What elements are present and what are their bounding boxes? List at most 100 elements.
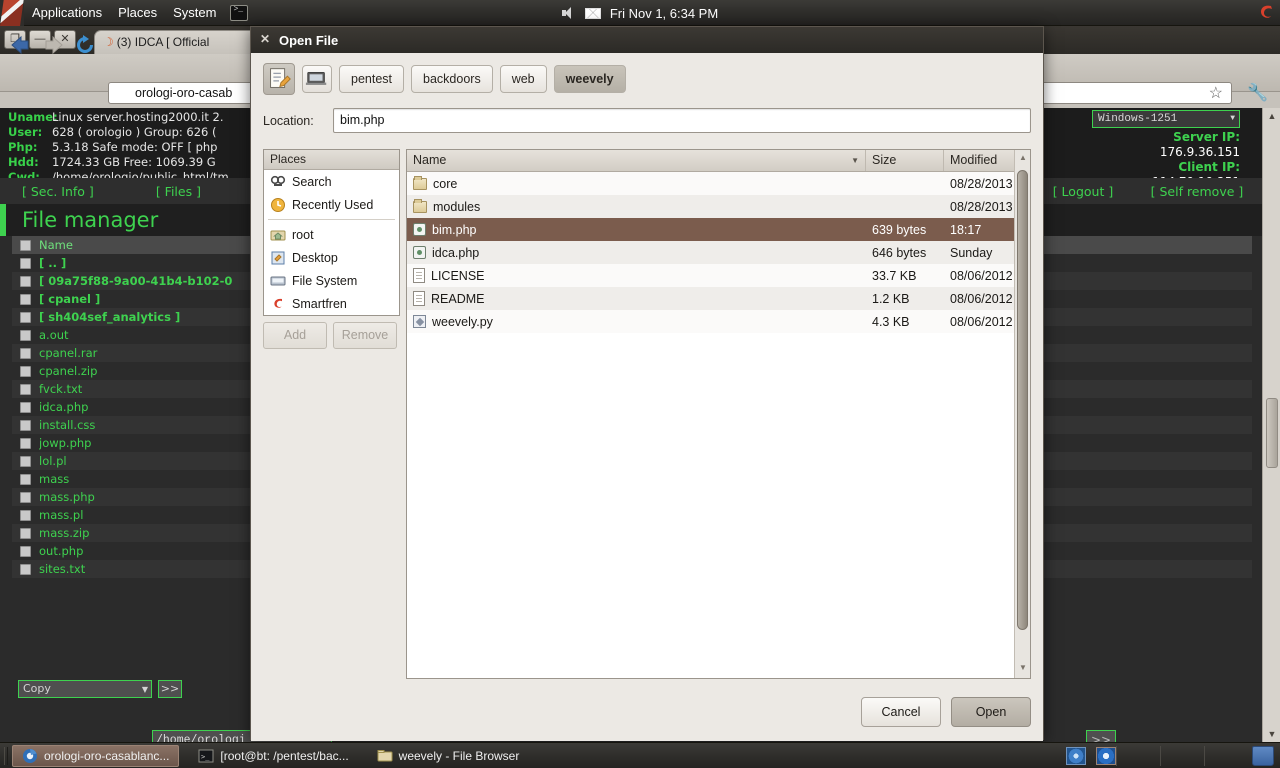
row-name[interactable]: out.php [39,542,259,560]
place-item-file-system[interactable]: File System [264,269,399,292]
scroll-up-icon[interactable]: ▲ [1018,153,1028,165]
row-checkbox[interactable] [20,257,31,269]
scroll-down-icon[interactable]: ▼ [1266,728,1278,740]
select-all-checkbox[interactable] [20,239,31,251]
location-input[interactable]: bim.php [333,108,1031,133]
page-scrollbar[interactable]: ▲ ▼ [1262,108,1280,742]
taskbar-task[interactable]: weevely - File Browser [368,745,529,767]
row-checkbox[interactable] [20,419,31,431]
row-name[interactable]: install.css [39,416,259,434]
menu-system[interactable]: System [165,0,224,26]
row-checkbox[interactable] [20,401,31,413]
workspace-slot[interactable] [1116,745,1160,766]
sort-descending-icon[interactable]: ▼ [851,150,859,171]
column-header-size[interactable]: Size [866,150,944,171]
place-item-search[interactable]: Search [264,170,399,193]
taskbar-task[interactable]: orologi-oro-casablanc... [12,744,180,767]
bulk-action-select[interactable]: Copy [18,680,152,698]
menu-applications[interactable]: Applications [24,0,110,26]
scroll-down-icon[interactable]: ▼ [1018,663,1028,675]
file-row[interactable]: bim.php 639 bytes 18:17 [407,218,1030,241]
speaker-icon[interactable] [561,6,576,20]
encoding-select[interactable]: Windows-1251 [1092,110,1240,128]
place-item-recently-used[interactable]: Recently Used [264,193,399,216]
row-checkbox[interactable] [20,437,31,449]
breadcrumb-weevely[interactable]: weevely [553,65,626,93]
edit-location-icon[interactable] [263,63,295,95]
row-name[interactable]: [ .. ] [39,254,259,272]
row-checkbox[interactable] [20,491,31,503]
scroll-up-icon[interactable]: ▲ [1266,110,1278,122]
workspace-slot[interactable] [1160,745,1204,766]
row-name[interactable]: sites.txt [39,560,259,578]
file-row[interactable]: idca.php 646 bytes Sunday [407,241,1030,264]
open-button[interactable]: Open [951,697,1031,727]
row-checkbox[interactable] [20,563,31,575]
row-name[interactable]: [ sh404sef_analytics ] [39,308,259,326]
wrench-icon[interactable]: 🔧 [1244,80,1272,106]
mail-icon[interactable] [584,7,601,19]
file-row[interactable]: weevely.py 4.3 KB 08/06/2012 [407,310,1030,333]
smartfren-tray-icon[interactable] [1255,2,1277,24]
remove-place-button[interactable]: Remove [333,322,397,349]
file-row[interactable]: core 08/28/2013 [407,172,1030,195]
file-row[interactable]: modules 08/28/2013 [407,195,1030,218]
row-name[interactable]: [ cpanel ] [39,290,259,308]
page-scrollbar-thumb[interactable] [1266,398,1278,468]
nav-link-sec-info[interactable]: [ Sec. Info ] [22,184,94,199]
row-name[interactable]: a.out [39,326,259,344]
bulk-action-go-button[interactable]: >> [158,680,182,698]
cancel-button[interactable]: Cancel [861,697,941,727]
breadcrumb-backdoors[interactable]: backdoors [411,65,493,93]
forward-arrow-icon[interactable] [42,34,66,56]
row-name[interactable]: mass.zip [39,524,259,542]
row-checkbox[interactable] [20,527,31,539]
nav-link-files[interactable]: [ Files ] [156,184,201,199]
breadcrumb-pentest[interactable]: pentest [339,65,405,93]
workspace-slot[interactable] [1204,745,1248,766]
submit-button-1[interactable]: >> [1086,730,1116,742]
menu-places[interactable]: Places [110,0,165,26]
trash-icon[interactable] [1252,745,1274,766]
row-checkbox[interactable] [20,311,31,323]
row-name[interactable]: lol.pl [39,452,259,470]
row-checkbox[interactable] [20,455,31,467]
file-list-scrollbar[interactable]: ▲ ▼ [1014,150,1030,678]
row-checkbox[interactable] [20,347,31,359]
close-icon[interactable]: ✕ [257,32,273,48]
file-row[interactable]: LICENSE 33.7 KB 08/06/2012 [407,264,1030,287]
taskbar-task[interactable]: >_ [root@bt: /pentest/bac... [189,745,357,767]
place-item-smartfren[interactable]: Smartfren [264,292,399,315]
row-checkbox[interactable] [20,293,31,305]
row-name[interactable]: mass.php [39,488,259,506]
row-name[interactable]: mass [39,470,259,488]
row-name[interactable]: cpanel.zip [39,362,259,380]
row-checkbox[interactable] [20,545,31,557]
breadcrumb-web[interactable]: web [499,65,547,93]
file-list-scrollbar-thumb[interactable] [1017,170,1028,630]
place-item-desktop[interactable]: Desktop [264,246,399,269]
back-arrow-icon[interactable] [8,34,32,56]
row-name[interactable]: jowp.php [39,434,259,452]
nav-link-logout[interactable]: [ Logout ] [1053,184,1114,199]
nav-link-self-remove[interactable]: [ Self remove ] [1151,184,1244,199]
row-name[interactable]: cpanel.rar [39,344,259,362]
row-checkbox[interactable] [20,383,31,395]
workspace-switcher-icon[interactable] [1066,746,1086,765]
row-checkbox[interactable] [20,473,31,485]
row-checkbox[interactable] [20,509,31,521]
row-name[interactable]: mass.pl [39,506,259,524]
row-checkbox[interactable] [20,365,31,377]
row-checkbox[interactable] [20,329,31,341]
row-name[interactable]: idca.php [39,398,259,416]
row-checkbox[interactable] [20,275,31,287]
panel-clock[interactable]: Fri Nov 1, 6:34 PM [610,6,718,21]
row-name[interactable]: fvck.txt [39,380,259,398]
place-item-root[interactable]: root [264,223,399,246]
col-name[interactable]: Name [39,236,259,254]
row-name[interactable]: [ 09a75f88-9a00-41b4-b102-0 [39,272,259,290]
bookmark-star-icon[interactable]: ☆ [1209,84,1223,103]
add-place-button[interactable]: Add [263,322,327,349]
reload-icon[interactable] [74,34,98,56]
file-row[interactable]: README 1.2 KB 08/06/2012 [407,287,1030,310]
